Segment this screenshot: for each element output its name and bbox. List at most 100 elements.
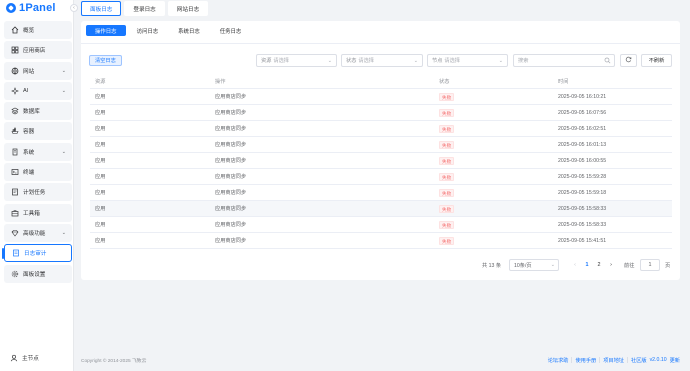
table-row[interactable]: 应用 应用商店同步 失败 2025-09-05 16:07:56 xyxy=(90,105,672,121)
tab-task-log[interactable]: 任务日志 xyxy=(211,25,251,36)
page-1-button[interactable]: 1 xyxy=(582,259,592,271)
filter-placeholder: 请选择 xyxy=(358,58,374,64)
project-link[interactable]: 项目地址 xyxy=(603,357,624,364)
sidebar-item-settings[interactable]: 面板设置 xyxy=(4,264,72,283)
manual-link[interactable]: 使用手册 xyxy=(575,357,596,364)
auto-refresh-select[interactable]: 不刷新 xyxy=(641,54,672,67)
search-icon[interactable] xyxy=(604,57,611,66)
cell-action: 应用商店同步 xyxy=(215,174,247,180)
next-page-button[interactable]: › xyxy=(606,259,616,271)
status-badge: 失败 xyxy=(439,220,455,229)
resource-filter-select[interactable]: 资源 请选择 ⌄ xyxy=(256,54,337,67)
sidebar-item-app-store[interactable]: 应用商店 xyxy=(4,41,72,60)
page-2-button[interactable]: 2 xyxy=(594,259,604,271)
status-badge: 失败 xyxy=(439,172,455,181)
chevron-down-icon: ⌄ xyxy=(61,67,66,74)
copyright: Copyright © 2014-2025 飞致云 xyxy=(81,358,147,364)
logo-icon xyxy=(6,3,16,13)
cell-status: 失败 xyxy=(439,204,455,213)
sidebar-item-system[interactable]: 系统 ⌄ xyxy=(4,142,72,161)
column-header: 资源 xyxy=(95,79,106,85)
chevron-down-icon: ⌄ xyxy=(498,58,503,64)
forum-link[interactable]: 论坛求助 xyxy=(548,357,569,364)
tab-access-log[interactable]: 访问日志 xyxy=(128,25,168,36)
cell-resource: 应用 xyxy=(95,126,106,132)
tab-operation-log[interactable]: 操作日志 xyxy=(86,25,126,36)
cron-icon xyxy=(11,188,19,196)
page-size-value: 10条/页 xyxy=(514,262,532,269)
divider xyxy=(599,357,601,363)
chevron-down-icon: ⌄ xyxy=(61,148,66,155)
filter-label: 状态 xyxy=(346,58,357,64)
footer: Copyright © 2014-2025 飞致云 论坛求助 使用手册 项目地址… xyxy=(81,355,680,365)
sidebar-item-overview[interactable]: 概览 xyxy=(4,21,72,39)
cell-time: 2025-09-05 15:58:33 xyxy=(558,221,607,228)
cell-resource: 应用 xyxy=(95,158,106,164)
version-label[interactable]: v2.0.10 xyxy=(650,357,667,363)
node-label: 主节点 xyxy=(22,356,39,362)
refresh-button[interactable] xyxy=(620,54,637,67)
sidebar-item-label: 数据库 xyxy=(23,109,40,116)
column-header: 状态 xyxy=(439,79,450,85)
status-filter-select[interactable]: 状态 请选择 ⌄ xyxy=(341,54,423,67)
sidebar-item-label: 网站 xyxy=(23,68,35,75)
cell-resource: 应用 xyxy=(95,206,106,212)
page-size-select[interactable]: 10条/页 ⌄ xyxy=(509,259,559,271)
sidebar-item-toolbox[interactable]: 工具箱 xyxy=(4,203,72,222)
table-row[interactable]: 应用 应用商店同步 失败 2025-09-05 15:59:18 xyxy=(90,185,672,201)
table-row[interactable]: 应用 应用商店同步 失败 2025-09-05 16:01:13 xyxy=(90,137,672,153)
sidebar-item-label: 终端 xyxy=(23,170,35,177)
table-row[interactable]: 应用 应用商店同步 失败 2025-09-05 15:59:28 xyxy=(90,169,672,185)
sidebar-item-database[interactable]: 数据库 xyxy=(4,102,72,121)
cell-action: 应用商店同步 xyxy=(215,222,247,228)
chevron-down-icon: ⌄ xyxy=(61,87,66,94)
cell-action: 应用商店同步 xyxy=(215,110,247,116)
clear-log-button[interactable]: 清空日志 xyxy=(89,55,122,66)
status-badge: 失败 xyxy=(439,236,455,245)
table-row[interactable]: 应用 应用商店同步 失败 2025-09-05 15:41:51 xyxy=(90,233,672,249)
sidebar-item-label: 高级功能 xyxy=(23,230,46,237)
cell-action: 应用商店同步 xyxy=(215,142,247,148)
status-badge: 失败 xyxy=(439,124,455,133)
cell-time: 2025-09-05 15:41:51 xyxy=(558,237,607,244)
tab-website-log[interactable]: 网站日志 xyxy=(167,1,209,16)
node-switcher[interactable]: 主节点 xyxy=(10,354,39,362)
cell-resource: 应用 xyxy=(95,190,106,196)
sidebar-item-terminal[interactable]: 终端 xyxy=(4,163,72,182)
tab-system-log[interactable]: 系统日志 xyxy=(169,25,209,36)
cell-status: 失败 xyxy=(439,108,455,117)
cell-time: 2025-09-05 16:10:21 xyxy=(558,93,607,100)
node-filter-select[interactable]: 节点 请选择 ⌄ xyxy=(427,54,508,67)
prev-page-button[interactable]: ‹ xyxy=(570,259,580,271)
goto-page-input[interactable]: 1 xyxy=(640,259,660,271)
table-row[interactable]: 应用 应用商店同步 失败 2025-09-05 15:58:33 xyxy=(90,201,672,217)
tab-login-log[interactable]: 登录日志 xyxy=(124,1,165,16)
table-row[interactable]: 应用 应用商店同步 失败 2025-09-05 16:02:51 xyxy=(90,121,672,137)
table-row[interactable]: 应用 应用商店同步 失败 2025-09-05 16:00:55 xyxy=(90,153,672,169)
sidebar-item-label: 概览 xyxy=(23,28,35,34)
total-count: 共 13 条 xyxy=(482,262,502,269)
cell-status: 失败 xyxy=(439,220,455,229)
table-body: 应用 应用商店同步 失败 2025-09-05 16:10:21 应用 应用商店同步 失败 2… xyxy=(90,89,672,249)
sidebar-item-ai[interactable]: AI ⌄ xyxy=(4,81,72,100)
search-input[interactable]: 搜索 xyxy=(513,54,615,67)
cell-action: 应用商店同步 xyxy=(215,190,247,196)
sidebar-item-cron[interactable]: 计划任务 xyxy=(4,183,72,202)
cell-time: 2025-09-05 16:02:51 xyxy=(558,125,607,132)
cell-resource: 应用 xyxy=(95,238,106,244)
table-row[interactable]: 应用 应用商店同步 失败 2025-09-05 15:58:33 xyxy=(90,217,672,233)
cell-status: 失败 xyxy=(439,92,455,101)
collapse-sidebar-button[interactable]: ‹ xyxy=(70,4,78,12)
tab-panel-log[interactable]: 面板日志 xyxy=(81,1,122,16)
search-placeholder: 搜索 xyxy=(518,58,529,64)
logo[interactable]: 1Panel xyxy=(0,0,73,16)
table-row[interactable]: 应用 应用商店同步 失败 2025-09-05 16:10:21 xyxy=(90,89,672,105)
sidebar-item-log-audit[interactable]: 日志审计 xyxy=(2,244,72,263)
update-link[interactable]: 更新 xyxy=(670,357,680,364)
sidebar-item-container[interactable]: 容器 xyxy=(4,122,72,141)
cell-time: 2025-09-05 15:58:33 xyxy=(558,205,607,212)
edition-link[interactable]: 社区版 xyxy=(631,357,647,364)
cell-resource: 应用 xyxy=(95,94,106,100)
sidebar-item-website[interactable]: 网站 ⌄ xyxy=(4,61,72,80)
sidebar-item-advanced[interactable]: 高级功能 ⌄ xyxy=(4,223,72,242)
